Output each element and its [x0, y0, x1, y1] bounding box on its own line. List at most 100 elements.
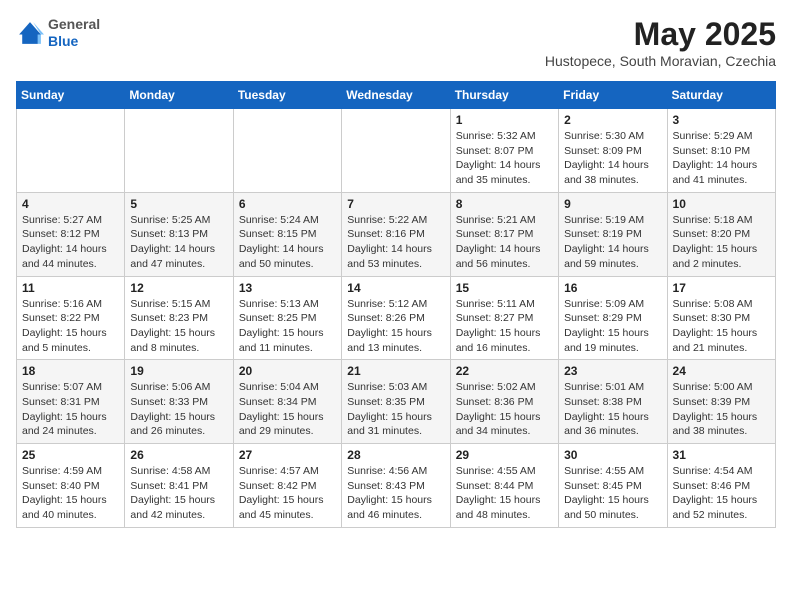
day-number: 11	[22, 281, 119, 295]
day-number: 3	[673, 113, 770, 127]
calendar-cell: 19 Sunrise: 5:06 AM Sunset: 8:33 PM Dayli…	[125, 360, 233, 444]
weekday-header: Wednesday	[342, 82, 450, 109]
day-info: Sunrise: 5:04 AM Sunset: 8:34 PM Dayligh…	[239, 380, 336, 439]
day-number: 31	[673, 448, 770, 462]
day-number: 12	[130, 281, 227, 295]
calendar-cell: 2 Sunrise: 5:30 AM Sunset: 8:09 PM Daylig…	[559, 109, 667, 193]
day-info: Sunrise: 4:54 AM Sunset: 8:46 PM Dayligh…	[673, 464, 770, 523]
day-number: 22	[456, 364, 553, 378]
day-info: Sunrise: 5:16 AM Sunset: 8:22 PM Dayligh…	[22, 297, 119, 356]
calendar-cell: 18 Sunrise: 5:07 AM Sunset: 8:31 PM Dayli…	[17, 360, 125, 444]
weekday-header: Friday	[559, 82, 667, 109]
day-info: Sunrise: 5:02 AM Sunset: 8:36 PM Dayligh…	[456, 380, 553, 439]
day-info: Sunrise: 5:08 AM Sunset: 8:30 PM Dayligh…	[673, 297, 770, 356]
calendar-cell: 31 Sunrise: 4:54 AM Sunset: 8:46 PM Dayli…	[667, 444, 775, 528]
day-info: Sunrise: 5:24 AM Sunset: 8:15 PM Dayligh…	[239, 213, 336, 272]
day-info: Sunrise: 5:00 AM Sunset: 8:39 PM Dayligh…	[673, 380, 770, 439]
calendar-cell: 13 Sunrise: 5:13 AM Sunset: 8:25 PM Dayli…	[233, 276, 341, 360]
day-number: 16	[564, 281, 661, 295]
calendar-cell: 9Sunrise: 5:19 AM Sunset: 8:19 PM Daylig…	[559, 192, 667, 276]
calendar-cell	[17, 109, 125, 193]
weekday-header: Saturday	[667, 82, 775, 109]
day-info: Sunrise: 4:58 AM Sunset: 8:41 PM Dayligh…	[130, 464, 227, 523]
location-subtitle: Hustopece, South Moravian, Czechia	[545, 53, 776, 69]
weekday-header: Monday	[125, 82, 233, 109]
calendar-cell: 4 Sunrise: 5:27 AM Sunset: 8:12 PM Daylig…	[17, 192, 125, 276]
month-title: May 2025	[545, 16, 776, 53]
day-info: Sunrise: 4:57 AM Sunset: 8:42 PM Dayligh…	[239, 464, 336, 523]
calendar-table: SundayMondayTuesdayWednesdayThursdayFrid…	[16, 81, 776, 528]
day-info: Sunrise: 5:03 AM Sunset: 8:35 PM Dayligh…	[347, 380, 444, 439]
calendar-cell	[233, 109, 341, 193]
day-info: Sunrise: 5:30 AM Sunset: 8:09 PM Dayligh…	[564, 129, 661, 188]
day-info: Sunrise: 5:06 AM Sunset: 8:33 PM Dayligh…	[130, 380, 227, 439]
calendar-cell: 30 Sunrise: 4:55 AM Sunset: 8:45 PM Dayli…	[559, 444, 667, 528]
day-number: 5	[130, 197, 227, 211]
calendar-week-row: 4 Sunrise: 5:27 AM Sunset: 8:12 PM Daylig…	[17, 192, 776, 276]
calendar-cell: 7Sunrise: 5:22 AM Sunset: 8:16 PM Daylig…	[342, 192, 450, 276]
weekday-header: Thursday	[450, 82, 558, 109]
day-info: Sunrise: 5:01 AM Sunset: 8:38 PM Dayligh…	[564, 380, 661, 439]
calendar-cell: 3Sunrise: 5:29 AM Sunset: 8:10 PM Daylig…	[667, 109, 775, 193]
logo: General Blue	[16, 16, 100, 50]
day-number: 28	[347, 448, 444, 462]
day-info: Sunrise: 4:59 AM Sunset: 8:40 PM Dayligh…	[22, 464, 119, 523]
day-number: 15	[456, 281, 553, 295]
day-number: 26	[130, 448, 227, 462]
day-number: 21	[347, 364, 444, 378]
day-number: 2	[564, 113, 661, 127]
day-info: Sunrise: 4:56 AM Sunset: 8:43 PM Dayligh…	[347, 464, 444, 523]
day-info: Sunrise: 5:27 AM Sunset: 8:12 PM Dayligh…	[22, 213, 119, 272]
calendar-cell: 24 Sunrise: 5:00 AM Sunset: 8:39 PM Dayli…	[667, 360, 775, 444]
day-number: 30	[564, 448, 661, 462]
day-info: Sunrise: 5:07 AM Sunset: 8:31 PM Dayligh…	[22, 380, 119, 439]
calendar-cell: 14 Sunrise: 5:12 AM Sunset: 8:26 PM Dayli…	[342, 276, 450, 360]
calendar-week-row: 18 Sunrise: 5:07 AM Sunset: 8:31 PM Dayli…	[17, 360, 776, 444]
day-info: Sunrise: 5:22 AM Sunset: 8:16 PM Dayligh…	[347, 213, 444, 272]
calendar-cell: 20 Sunrise: 5:04 AM Sunset: 8:34 PM Dayli…	[233, 360, 341, 444]
day-info: Sunrise: 4:55 AM Sunset: 8:44 PM Dayligh…	[456, 464, 553, 523]
day-number: 19	[130, 364, 227, 378]
day-info: Sunrise: 5:13 AM Sunset: 8:25 PM Dayligh…	[239, 297, 336, 356]
day-info: Sunrise: 4:55 AM Sunset: 8:45 PM Dayligh…	[564, 464, 661, 523]
day-info: Sunrise: 5:25 AM Sunset: 8:13 PM Dayligh…	[130, 213, 227, 272]
calendar-cell: 8 Sunrise: 5:21 AM Sunset: 8:17 PM Daylig…	[450, 192, 558, 276]
logo-text: General Blue	[48, 16, 100, 50]
page-header: General Blue May 2025 Hustopece, South M…	[16, 16, 776, 69]
day-number: 18	[22, 364, 119, 378]
logo-icon	[16, 19, 44, 47]
calendar-cell: 22 Sunrise: 5:02 AM Sunset: 8:36 PM Dayli…	[450, 360, 558, 444]
logo-blue: Blue	[48, 33, 100, 50]
day-number: 8	[456, 197, 553, 211]
calendar-cell: 21 Sunrise: 5:03 AM Sunset: 8:35 PM Dayli…	[342, 360, 450, 444]
calendar-cell: 17Sunrise: 5:08 AM Sunset: 8:30 PM Dayli…	[667, 276, 775, 360]
day-info: Sunrise: 5:32 AM Sunset: 8:07 PM Dayligh…	[456, 129, 553, 188]
day-number: 14	[347, 281, 444, 295]
day-number: 27	[239, 448, 336, 462]
calendar-cell	[342, 109, 450, 193]
calendar-cell	[125, 109, 233, 193]
calendar-cell: 26 Sunrise: 4:58 AM Sunset: 8:41 PM Dayli…	[125, 444, 233, 528]
day-info: Sunrise: 5:12 AM Sunset: 8:26 PM Dayligh…	[347, 297, 444, 356]
weekday-header: Tuesday	[233, 82, 341, 109]
calendar-cell: 15Sunrise: 5:11 AM Sunset: 8:27 PM Dayli…	[450, 276, 558, 360]
day-info: Sunrise: 5:09 AM Sunset: 8:29 PM Dayligh…	[564, 297, 661, 356]
day-info: Sunrise: 5:18 AM Sunset: 8:20 PM Dayligh…	[673, 213, 770, 272]
calendar-cell: 16 Sunrise: 5:09 AM Sunset: 8:29 PM Dayli…	[559, 276, 667, 360]
day-info: Sunrise: 5:15 AM Sunset: 8:23 PM Dayligh…	[130, 297, 227, 356]
weekday-header-row: SundayMondayTuesdayWednesdayThursdayFrid…	[17, 82, 776, 109]
day-number: 13	[239, 281, 336, 295]
calendar-week-row: 11 Sunrise: 5:16 AM Sunset: 8:22 PM Dayli…	[17, 276, 776, 360]
day-info: Sunrise: 5:21 AM Sunset: 8:17 PM Dayligh…	[456, 213, 553, 272]
title-block: May 2025 Hustopece, South Moravian, Czec…	[545, 16, 776, 69]
day-number: 29	[456, 448, 553, 462]
day-number: 4	[22, 197, 119, 211]
calendar-cell: 12 Sunrise: 5:15 AM Sunset: 8:23 PM Dayli…	[125, 276, 233, 360]
calendar-cell: 1 Sunrise: 5:32 AM Sunset: 8:07 PM Daylig…	[450, 109, 558, 193]
day-number: 24	[673, 364, 770, 378]
day-number: 25	[22, 448, 119, 462]
logo-general: General	[48, 16, 100, 33]
day-number: 1	[456, 113, 553, 127]
day-number: 20	[239, 364, 336, 378]
weekday-header: Sunday	[17, 82, 125, 109]
